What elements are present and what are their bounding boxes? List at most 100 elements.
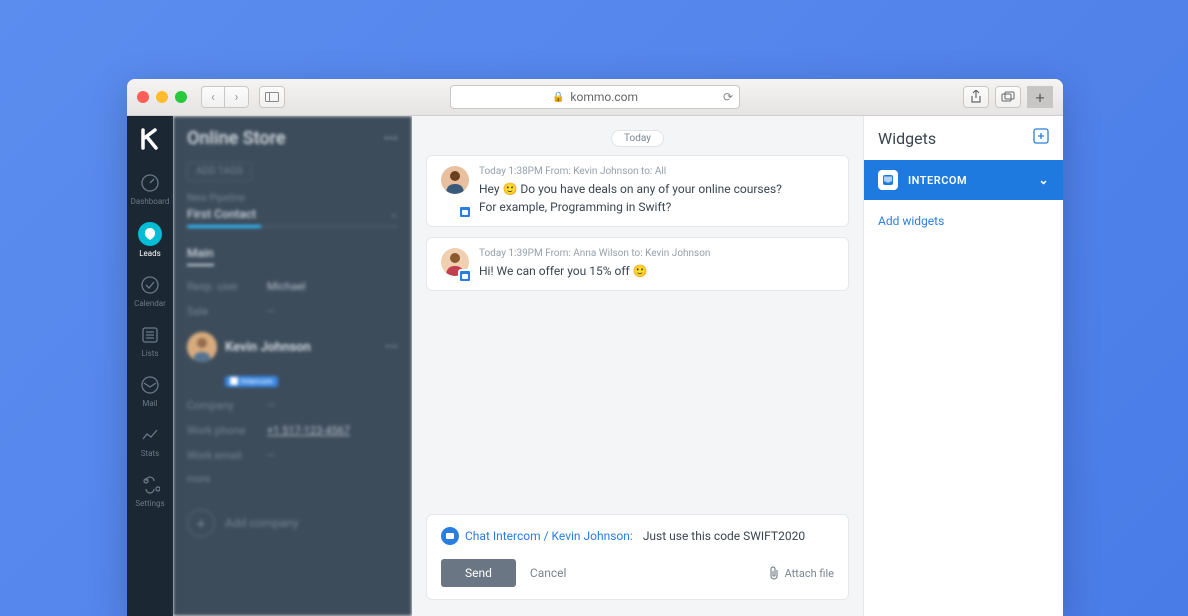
chevron-down-icon: ⌄ [1038,173,1049,187]
nav-label: Mail [142,399,157,408]
share-button[interactable] [963,86,989,108]
nav-dashboard[interactable]: Dashboard [127,164,173,214]
field-label: Company [187,399,267,412]
channel-badge-icon [458,269,472,283]
settings-icon [139,474,161,496]
intercom-badge: Intercom [225,376,278,387]
pipeline-label: New Pipeline [187,193,398,204]
cancel-button[interactable]: Cancel [530,566,567,580]
compose-channel-label[interactable]: Chat Intercom / Kevin Johnson: [465,529,633,543]
intercom-icon [230,377,238,385]
message-meta: Today 1:39PM From: Anna Wilson to: Kevin… [479,248,834,259]
add-widgets-link[interactable]: Add widgets [864,200,1063,242]
nav-stats[interactable]: Stats [127,416,173,466]
add-tags-button[interactable]: ADD TAGS [187,162,252,181]
field-label: Resp. user [187,280,267,293]
nav-label: Leads [139,249,161,258]
new-tab-button[interactable]: + [1027,86,1053,108]
lead-menu-button[interactable]: ••• [384,131,398,147]
add-company-label: Add company [225,516,299,530]
field-label: Work email [187,449,267,462]
message-avatar [441,166,469,216]
widgets-title: Widgets [878,129,936,148]
pipeline-value: First Contact [187,207,256,221]
date-separator: Today [611,130,664,147]
field-work-phone: Work phone +1 517-123-4567 [187,424,398,437]
calendar-icon [139,274,161,296]
dashboard-icon [139,172,161,194]
back-button[interactable]: ‹ [201,86,225,108]
nav-mail[interactable]: Mail [127,366,173,416]
chevron-down-icon: ⌄ [390,209,398,220]
lists-icon [139,324,161,346]
close-window-button[interactable] [137,91,149,103]
nav-lists[interactable]: Lists [127,316,173,366]
lead-panel: Online Store ••• ADD TAGS New Pipeline F… [173,116,412,616]
tabs-button[interactable] [995,86,1021,108]
main-nav: Dashboard Leads Calendar Lists Mail Stat… [127,116,173,616]
pipeline-selector[interactable]: First Contact ⌄ [187,207,398,221]
field-label: Work phone [187,424,267,437]
sidebar-icon [265,92,279,102]
forward-button[interactable]: › [225,86,249,108]
intercom-icon [878,170,898,190]
field-label: Sale [187,305,267,318]
widget-intercom[interactable]: INTERCOM ⌄ [864,160,1063,200]
compose-box: Chat Intercom / Kevin Johnson: Just use … [426,514,849,600]
lead-title[interactable]: Online Store [187,128,285,149]
plus-icon: + [187,509,215,537]
field-work-email: Work email — [187,449,398,462]
compose-text[interactable]: Just use this code SWIFT2020 [643,529,805,543]
browser-right-controls: + [963,86,1053,108]
nav-label: Stats [141,449,159,458]
nav-settings[interactable]: Settings [127,466,173,516]
paperclip-icon [768,566,780,580]
chat-channel-icon [441,527,459,545]
widgets-header: Widgets [864,116,1063,160]
browser-window: ‹ › 🔒 kommo.com ⟳ + [127,79,1063,616]
add-company-button[interactable]: + Add company [187,509,398,537]
url-text: kommo.com [570,90,638,104]
field-company: Company — [187,399,398,412]
message-meta: Today 1:38PM From: Kevin Johnson to: All [479,166,834,177]
nav-leads[interactable]: Leads [127,214,173,266]
field-value[interactable]: — [267,305,276,318]
contact-name: Kevin Johnson [225,340,311,355]
more-link[interactable]: more [187,474,398,485]
field-value[interactable]: — [267,399,276,412]
nav-label: Lists [141,349,158,358]
attach-file-button[interactable]: Attach file [768,566,834,580]
send-button[interactable]: Send [441,559,516,587]
message-avatar [441,248,469,280]
minimize-window-button[interactable] [156,91,168,103]
tab-main[interactable]: Main [187,246,214,266]
contact-menu-button[interactable]: ••• [385,340,398,355]
chat-message: Today 1:39PM From: Anna Wilson to: Kevin… [426,237,849,291]
maximize-window-button[interactable] [175,91,187,103]
field-value[interactable]: — [267,449,276,462]
sidebar-toggle-button[interactable] [259,86,285,108]
app-content: Dashboard Leads Calendar Lists Mail Stat… [127,116,1063,616]
window-controls [137,91,187,103]
add-widget-icon[interactable] [1033,128,1049,148]
nav-calendar[interactable]: Calendar [127,266,173,316]
mail-icon [139,374,161,396]
contact-row[interactable]: Kevin Johnson ••• [187,332,398,362]
field-sale: Sale — [187,305,398,318]
nav-label: Calendar [134,299,166,308]
nav-label: Settings [135,499,164,508]
address-bar[interactable]: 🔒 kommo.com ⟳ [450,85,740,109]
field-value[interactable]: Michael [267,280,306,293]
phone-link[interactable]: +1 517-123-4567 [267,424,350,437]
nav-buttons: ‹ › [201,86,249,108]
field-resp-user: Resp. user Michael [187,280,398,293]
attach-label: Attach file [785,567,834,580]
lock-icon: 🔒 [552,92,564,103]
widget-label: INTERCOM [908,174,967,187]
reload-icon[interactable]: ⟳ [723,90,733,104]
compose-actions: Send Cancel Attach file [441,559,834,587]
stats-icon [139,424,161,446]
message-text: Hey 🙂 Do you have deals on any of your o… [479,180,834,216]
app-logo[interactable] [135,124,165,154]
widgets-panel: Widgets INTERCOM ⌄ Add widgets [863,116,1063,616]
